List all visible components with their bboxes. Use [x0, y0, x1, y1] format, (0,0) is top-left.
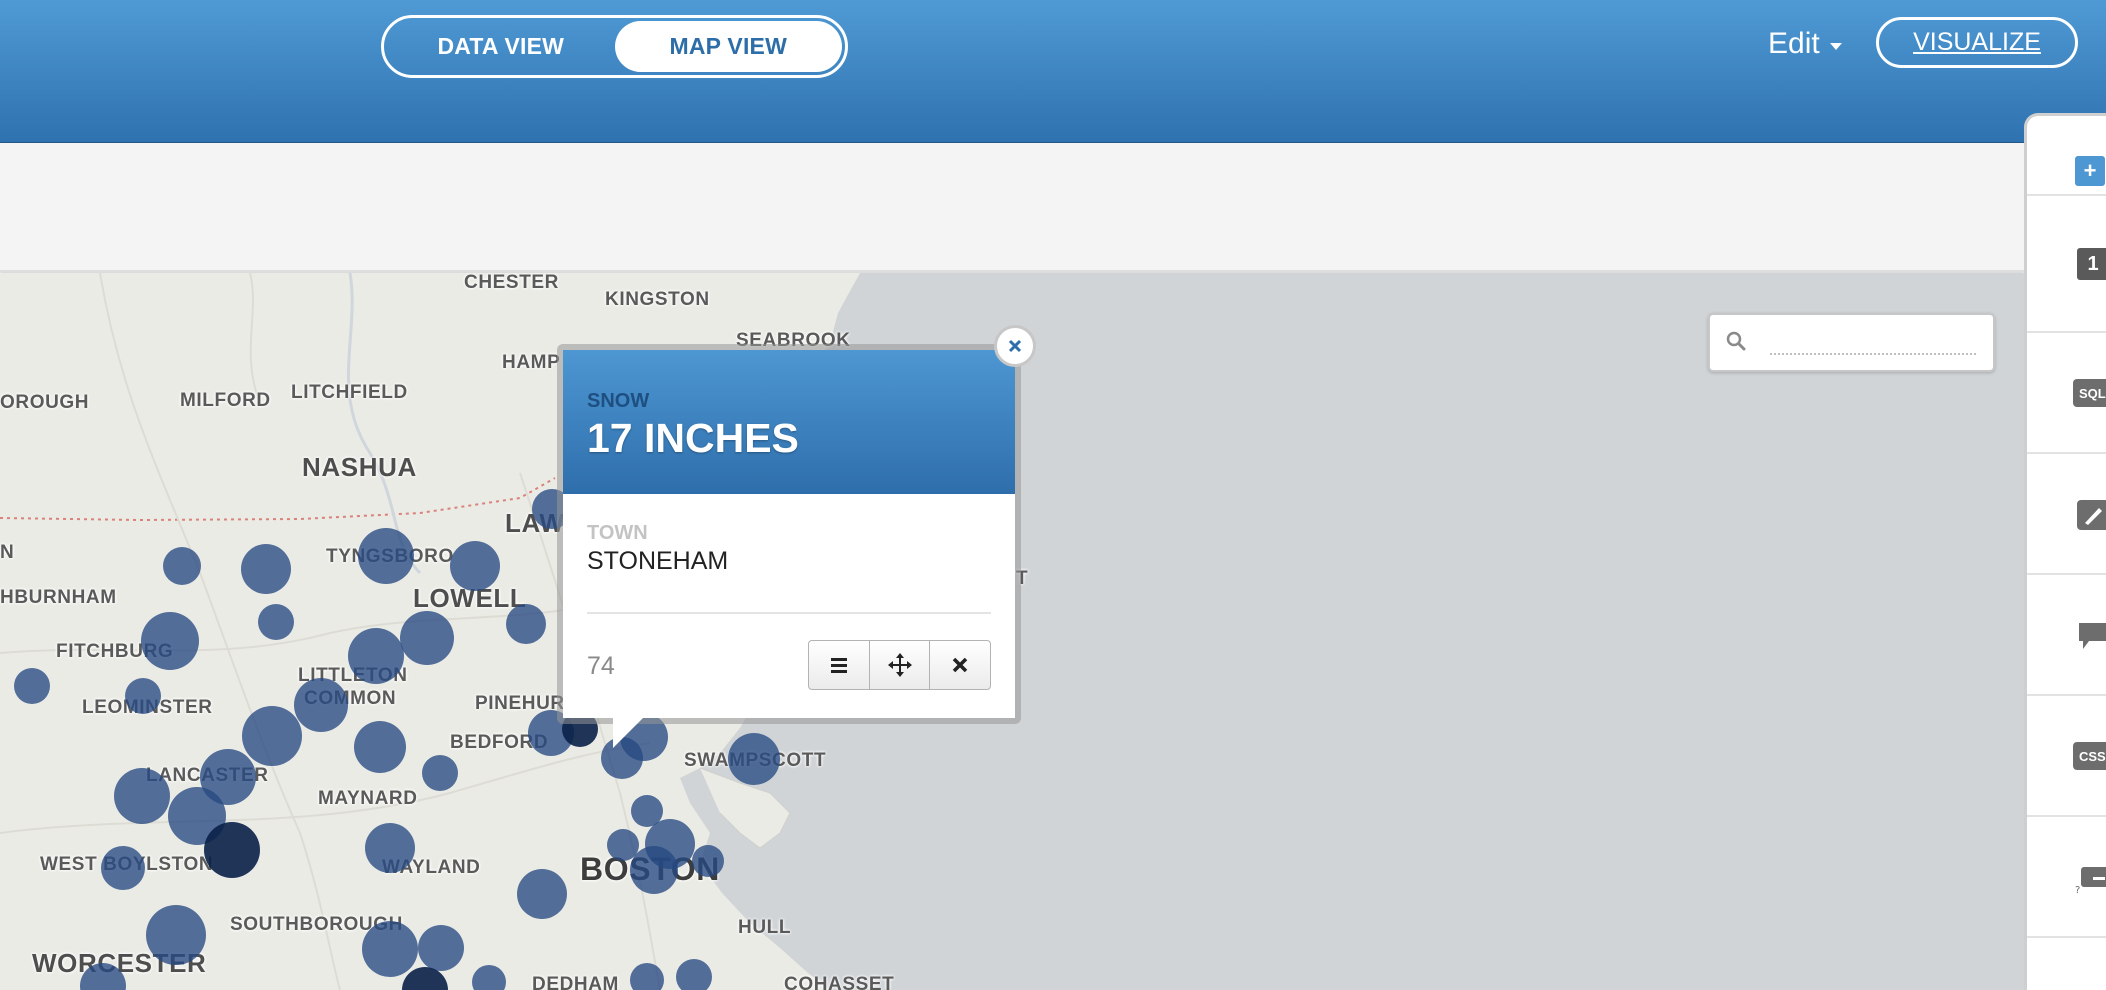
data-point[interactable]	[114, 768, 170, 824]
data-point[interactable]	[506, 604, 546, 644]
data-point[interactable]	[354, 721, 406, 773]
map-label: HBURNHAM	[0, 587, 117, 608]
data-point[interactable]	[141, 612, 199, 670]
map-label: HAMP	[502, 352, 561, 373]
close-icon	[952, 657, 968, 673]
map-label: DEDHAM	[532, 974, 619, 990]
map-label: N	[0, 542, 15, 563]
data-point[interactable]	[692, 845, 724, 877]
infowindow-field-value: STONEHAM	[587, 547, 729, 575]
map-search-input[interactable]	[1770, 331, 1976, 355]
data-point[interactable]	[400, 611, 454, 665]
layer-tab: 1	[2027, 196, 2106, 333]
data-point[interactable]	[101, 846, 145, 890]
data-point[interactable]	[418, 925, 464, 971]
legend-tab: ?	[2027, 817, 2106, 938]
move-icon	[887, 653, 912, 677]
infowindow-field-value: 17 INCHES	[587, 415, 799, 461]
infowindow-count: 74	[587, 652, 615, 680]
wizard-tab	[2027, 454, 2106, 575]
data-point[interactable]	[241, 544, 291, 594]
data-point[interactable]	[242, 706, 302, 766]
data-point[interactable]	[517, 869, 567, 919]
map-toolbar	[0, 143, 2024, 272]
infowindow-field-label: SNOW	[587, 390, 650, 412]
sql-tab: SQL	[2027, 333, 2106, 454]
map-label: MAYNARD	[318, 788, 418, 809]
map-label: HULL	[738, 917, 792, 938]
close-icon	[1008, 339, 1022, 353]
css-button[interactable]: CSS	[2073, 742, 2106, 770]
map-label: COHASSET	[784, 974, 895, 990]
infowindow-field-label: TOWN	[587, 522, 648, 544]
move-button[interactable]	[870, 641, 931, 689]
top-header: DATA VIEW MAP VIEW Edit VISUALIZE	[0, 0, 2106, 143]
infowindow-tail	[613, 718, 643, 748]
map-search-box	[1708, 313, 1995, 372]
data-point[interactable]	[146, 905, 206, 965]
map-label: MILFORD	[180, 390, 271, 411]
infowindow-footer: 74	[587, 640, 991, 690]
visualize-button[interactable]: VISUALIZE	[1876, 17, 2078, 68]
data-point[interactable]	[365, 823, 415, 873]
remove-button[interactable]	[930, 641, 990, 689]
infowindow-content: SNOW 17 INCHES TOWN STONEHAM 74	[563, 350, 1015, 718]
paintbrush-icon[interactable]	[2075, 498, 2106, 532]
right-side-panel: + 1 SQL CSS ?	[2024, 113, 2106, 990]
infowindow-button-group	[808, 640, 991, 690]
data-point[interactable]	[630, 846, 678, 894]
data-point[interactable]	[362, 921, 418, 977]
data-point[interactable]	[676, 959, 712, 990]
caret-down-icon	[1829, 42, 1842, 50]
map-label: CHESTER	[464, 273, 559, 293]
edit-menu-label: Edit	[1768, 27, 1820, 60]
data-point[interactable]	[450, 541, 500, 591]
add-layer-button[interactable]: +	[2075, 156, 2105, 186]
infowindow-body: TOWN STONEHAM	[563, 494, 1015, 576]
infowindow: SNOW 17 INCHES TOWN STONEHAM 74	[557, 344, 1021, 724]
divider	[587, 612, 991, 614]
data-point[interactable]	[422, 755, 458, 791]
data-point[interactable]	[728, 733, 780, 785]
legend-icon[interactable]: ?	[2075, 861, 2106, 895]
infowindow-tab	[2027, 575, 2106, 696]
add-layer-tab: +	[2027, 116, 2106, 196]
data-point[interactable]	[14, 668, 50, 704]
data-point[interactable]	[125, 678, 161, 714]
data-point[interactable]	[358, 528, 414, 584]
data-point[interactable]	[163, 547, 201, 585]
app-window: DATA VIEW MAP VIEW Edit VISUALIZE CHESTE…	[0, 0, 2106, 990]
list-button[interactable]	[809, 641, 870, 689]
map-label: LITCHFIELD	[291, 382, 408, 403]
data-view-tab[interactable]: DATA VIEW	[387, 21, 615, 72]
map-label: OROUGH	[0, 392, 90, 413]
speech-bubble-icon[interactable]	[2075, 619, 2106, 653]
infowindow-header: SNOW 17 INCHES	[563, 350, 1015, 494]
data-point[interactable]	[204, 822, 260, 878]
view-toggle: DATA VIEW MAP VIEW	[381, 15, 848, 78]
data-point[interactable]	[294, 678, 348, 732]
edit-menu[interactable]: Edit	[1768, 26, 1842, 62]
map-label: NASHUA	[302, 452, 417, 482]
list-icon	[830, 658, 847, 673]
layer-number-badge[interactable]: 1	[2077, 248, 2106, 280]
map-view-tab[interactable]: MAP VIEW	[614, 21, 842, 72]
svg-text:?: ?	[2075, 885, 2080, 895]
data-point[interactable]	[258, 604, 294, 640]
data-point[interactable]	[630, 963, 664, 990]
css-tab: CSS	[2027, 696, 2106, 817]
infowindow-close-button[interactable]	[994, 325, 1036, 367]
search-icon	[1726, 331, 1746, 351]
map-label: KINGSTON	[605, 289, 710, 310]
data-point[interactable]	[348, 628, 404, 684]
sql-button[interactable]: SQL	[2073, 379, 2106, 407]
